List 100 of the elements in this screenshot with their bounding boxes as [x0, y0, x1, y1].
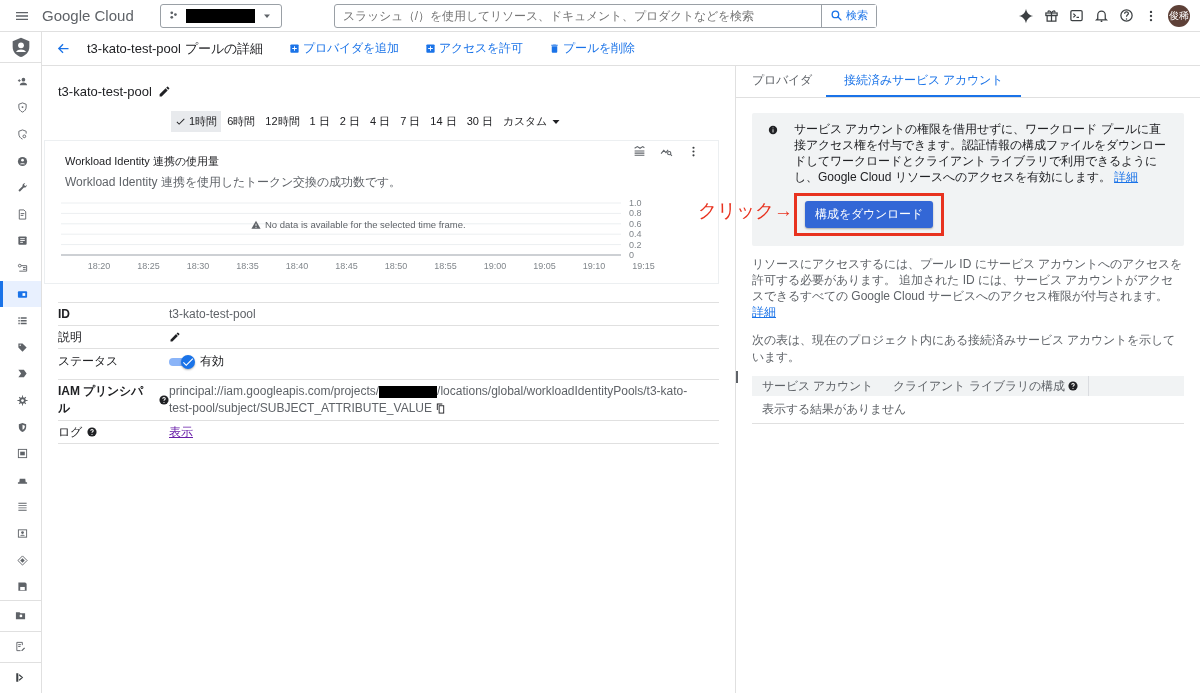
x-tick-label: 18:40: [285, 261, 309, 271]
contact-card-icon: [16, 527, 28, 539]
edit-icon: [169, 331, 181, 343]
time-range-chip[interactable]: 30 日: [462, 111, 497, 132]
help-icon: [1119, 8, 1134, 23]
gift-icon: [1044, 8, 1059, 23]
add-box-icon: [424, 43, 436, 54]
expand-icon: [15, 672, 26, 684]
project-picker[interactable]: [159, 3, 282, 28]
x-tick-label: 19:00: [483, 261, 507, 271]
principal-value: principal://iam.googleapis.com/projects/ /locations/global/workloadIdentityPools/t3-kato-test-pool/subject/SUBJECT_ATTRIBUTE_VALUE: [169, 383, 689, 417]
y-tick-label: 0: [629, 250, 634, 260]
x-tick-label: 19:05: [533, 261, 556, 271]
column-header: サービス アカウント: [762, 377, 874, 395]
bell-icon: [1094, 8, 1109, 23]
x-tick-label: 18:55: [434, 261, 457, 271]
terminal-icon: [1069, 8, 1084, 23]
download-config-button[interactable]: 構成をダウンロード: [805, 201, 933, 228]
x-tick-label: 19:15: [632, 261, 655, 271]
x-tick-label: 18:25: [137, 261, 160, 271]
column-header: クライアント ライブラリの構成: [893, 377, 1065, 395]
redaction-bar: [379, 385, 438, 398]
y-tick-label: 0.8: [629, 208, 642, 219]
avatar[interactable]: 俊稀: [1168, 4, 1190, 27]
detail-value: 有効: [200, 353, 224, 370]
shield-search-icon: [16, 129, 28, 140]
tab[interactable]: 接続済みサービス アカウント: [826, 66, 1022, 97]
detail-label: ID: [58, 307, 70, 321]
toolbar-action[interactable]: プールを削除: [548, 40, 635, 57]
note-edit-icon: [15, 641, 26, 653]
wrench-icon: [16, 182, 28, 194]
help-icon: [1067, 381, 1078, 391]
add-box-icon: [288, 43, 300, 54]
time-range-chip[interactable]: 14 日: [426, 111, 461, 132]
help-icon: [87, 427, 97, 437]
save-icon: [16, 581, 28, 593]
info-icon: [768, 125, 778, 135]
empty-message: 表示する結果がありません: [752, 396, 1184, 424]
learn-more-link[interactable]: 詳細: [1114, 170, 1139, 184]
pool-name: t3-kato-test-pool: [58, 84, 152, 99]
sparkle-icon: [1018, 7, 1034, 24]
table-intro: 次の表は、現在のプロジェクト内にある接続済みサービス アカウントを示しています。: [752, 332, 1177, 366]
time-range-chip[interactable]: 7 日: [396, 111, 425, 132]
tag-icon: [16, 341, 28, 353]
shield-icon: [16, 421, 28, 433]
card-icon: [16, 288, 28, 300]
lines-icon: [16, 501, 28, 513]
time-range-chip[interactable]: 1 日: [305, 111, 334, 132]
check-icon: [175, 116, 187, 127]
y-tick-label: 0.2: [629, 239, 642, 250]
toolbar-action[interactable]: アクセスを許可: [424, 40, 523, 57]
settings-icon: [16, 394, 28, 406]
chart-subtitle: Workload Identity 連携を使用したトークン交換の成功数です。: [65, 174, 402, 191]
logs-link[interactable]: 表示: [169, 423, 193, 441]
frame-icon: [16, 448, 28, 460]
tab[interactable]: プロバイダ: [752, 66, 826, 97]
time-range-chip[interactable]: 12時間: [261, 111, 304, 132]
y-tick-label: 1.0: [629, 199, 642, 208]
detail-label: ログ: [58, 423, 82, 441]
redaction-bar: [185, 8, 255, 23]
search-field[interactable]: スラッシュ（/）を使用してリソース、ドキュメント、プロダクトなどを検索 検索: [333, 3, 877, 28]
list-icon: [16, 315, 28, 327]
status-toggle[interactable]: [169, 354, 195, 369]
person-add-icon: [16, 75, 28, 87]
x-tick-label: 18:45: [335, 261, 358, 271]
search-icon: [829, 9, 843, 22]
learn-more-link[interactable]: 詳細: [752, 305, 776, 319]
search-button[interactable]: 検索: [820, 4, 876, 27]
y-tick-label: 0.6: [629, 218, 642, 229]
info-text: サービス アカウントの権限を借用せずに、ワークロード プールに直接アクセス権を付与できます。認証情報の構成ファイルをダウンロードしてワークロードとクライアント ライブラリで利用できるようにし、Google Cloud リソースへのアクセスを有効にします。 詳細: [794, 121, 1167, 185]
folder-gear-icon: [15, 610, 26, 622]
time-range-chip[interactable]: 1時間: [171, 111, 222, 132]
time-range-chip[interactable]: 4 日: [365, 111, 395, 132]
toolbar-action[interactable]: プロバイダを追加: [288, 40, 399, 57]
time-range-chip[interactable]: 6時間: [223, 111, 260, 132]
no-data-message: No data is available for the selected time frame.: [265, 219, 466, 230]
detail-label: IAM プリンシパル: [58, 383, 145, 417]
legend-icon: [633, 145, 646, 158]
account-circle-icon: [16, 155, 28, 167]
detail-label: ステータス: [58, 353, 118, 370]
annotation-text: クリック→: [698, 199, 793, 223]
chevron-label-icon: [16, 368, 28, 380]
x-tick-label: 18:30: [186, 261, 210, 271]
x-tick-label: 18:35: [236, 261, 259, 271]
x-tick-label: 18:50: [384, 261, 408, 271]
article-icon: [16, 235, 28, 247]
chart-title: Workload Identity 連携の使用量: [65, 154, 219, 169]
time-range-chip[interactable]: カスタム: [498, 111, 566, 132]
help-icon: [159, 395, 169, 405]
time-range-chip[interactable]: 2 日: [335, 111, 364, 132]
diamond-icon: [16, 554, 28, 566]
detail-value: t3-kato-test-pool: [169, 307, 256, 321]
description-text: リソースにアクセスするには、プール ID にサービス アカウントへのアクセスを許可する必要があります。 追加された ID には、サービス アカウントがアクセスできるすべての Google Cloud サービスへのアクセス権限が付与されます。 詳細: [752, 256, 1183, 320]
document-icon: [16, 208, 28, 220]
shield-icon: [16, 102, 28, 114]
shield-person-icon: [10, 37, 31, 57]
logo[interactable]: Google Cloud: [42, 7, 134, 24]
warning-icon: [251, 219, 261, 230]
dots-icon: [168, 10, 180, 21]
sidebar-item[interactable]: [0, 280, 41, 308]
